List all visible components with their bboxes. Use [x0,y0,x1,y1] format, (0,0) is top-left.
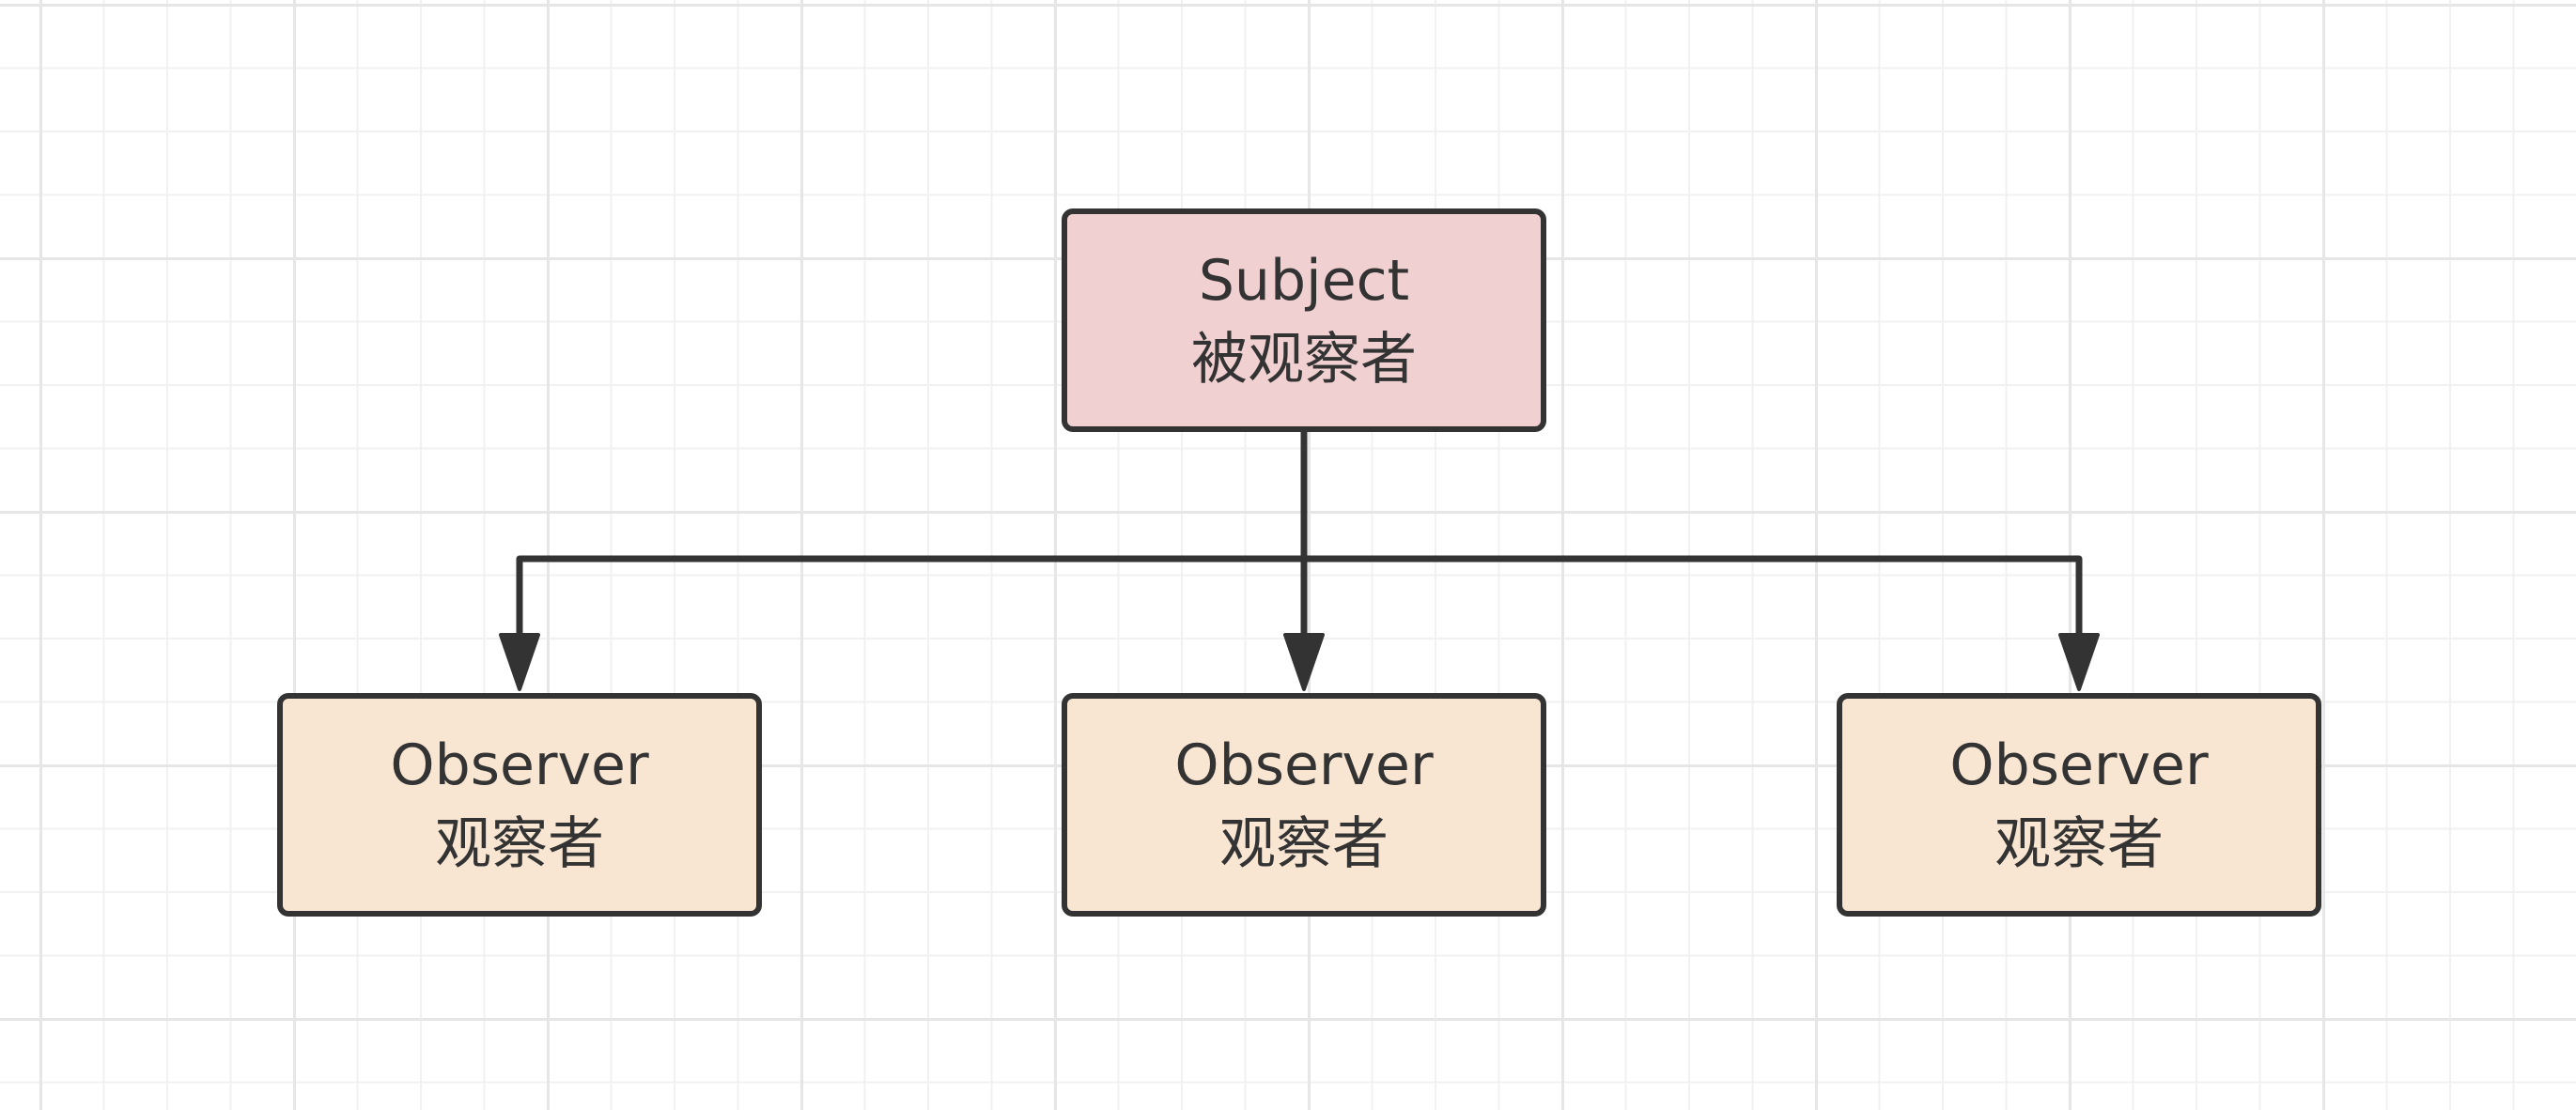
connector-lines [499,432,2100,691]
subject-label-zh: 被观察者 [1191,327,1417,393]
observer-label-en: Observer [390,732,649,798]
arrowhead-observer-1 [499,633,540,691]
observer-node[interactable]: Observer 观察者 [1837,693,2321,917]
subject-label-en: Subject [1198,248,1410,314]
observer-label-zh: 观察者 [1994,811,2164,877]
arrowhead-observer-3 [2058,633,2100,691]
arrowhead-observer-2 [1283,633,1325,691]
observer-label-zh: 观察者 [435,811,604,877]
observer-node[interactable]: Observer 观察者 [1062,693,1546,917]
observer-label-zh: 观察者 [1219,811,1389,877]
observer-node[interactable]: Observer 观察者 [277,693,762,917]
diagram-canvas: Subject 被观察者 Observer 观察者 Observer 观察者 O… [0,0,2576,1110]
observer-label-en: Observer [1949,732,2209,798]
observer-label-en: Observer [1174,732,1434,798]
subject-node[interactable]: Subject 被观察者 [1062,208,1546,432]
connector-branch [516,555,2083,639]
